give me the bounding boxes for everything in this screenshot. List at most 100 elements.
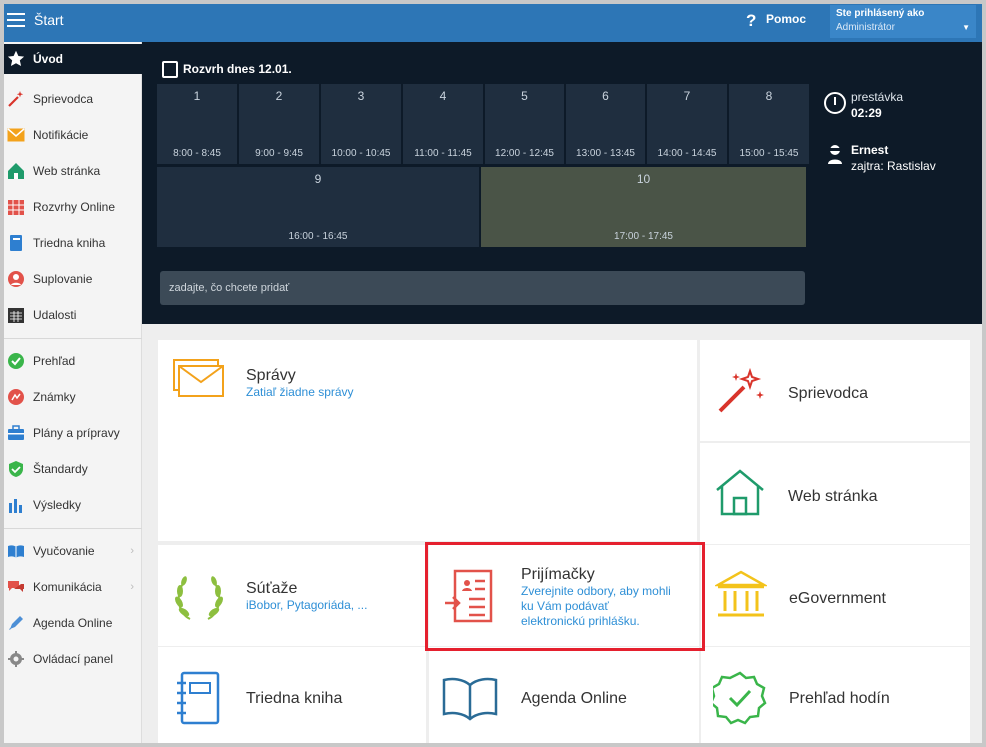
grade-icon xyxy=(7,388,25,406)
add-input[interactable]: zadajte, čo chcete pridať xyxy=(160,271,805,305)
slot-number: 10 xyxy=(636,172,651,186)
schedule-title: Rozvrh dnes 12.01. xyxy=(183,62,292,76)
slot-number: 2 xyxy=(275,89,283,103)
tile-title: Web stránka xyxy=(788,488,878,505)
sidebar-item-prehlad[interactable]: Prehľad xyxy=(4,346,142,376)
tile-triedna-kniha[interactable]: Triedna kniha xyxy=(158,647,426,743)
schedule-panel: Rozvrh dnes 12.01. 1 8:00 - 8:45 2 9:00 - … xyxy=(142,42,982,324)
clock-icon xyxy=(824,92,846,114)
notebook-icon xyxy=(177,671,220,725)
tile-subtitle[interactable]: iBobor, Pytagoriáda, ... xyxy=(246,598,367,613)
user-menu[interactable]: Ste prihlásený ako Administrátor ▼ xyxy=(830,5,976,38)
sidebar-item-komunikacia[interactable]: Komunikácia › xyxy=(4,572,142,602)
schedule-slot[interactable]: 1 8:00 - 8:45 xyxy=(157,84,237,164)
slot-time: 16:00 - 16:45 xyxy=(288,231,348,242)
app-window: Štart ? Pomoc Ste prihlásený ako Adminis… xyxy=(4,4,982,743)
tile-subtitle-line[interactable]: elektronickú prihlášku. xyxy=(521,614,640,629)
sidebar-item-label: Udalosti xyxy=(33,308,77,322)
duty-person-tomorrow: zajtra: Rastislav xyxy=(851,159,936,173)
schedule-slot[interactable]: 4 11:00 - 11:45 xyxy=(403,84,483,164)
sidebar-item-label: Notifikácie xyxy=(33,128,89,142)
sidebar-item-web[interactable]: Web stránka xyxy=(4,156,142,186)
tile-subtitle-line[interactable]: ku Vám podávať xyxy=(521,599,609,614)
sidebar-item-ovladaci-panel[interactable]: Ovládací panel xyxy=(4,644,142,674)
sidebar-item-vyucovanie[interactable]: Vyučovanie › xyxy=(4,536,142,566)
tile-sutaze[interactable]: Súťaže iBobor, Pytagoriáda, ... xyxy=(158,545,426,646)
laurel-wreath-icon xyxy=(175,576,223,620)
schedule-slot[interactable]: 7 14:00 - 14:45 xyxy=(647,84,727,164)
magic-wand-icon xyxy=(718,367,764,413)
break-label: prestávka xyxy=(851,90,904,104)
help-link[interactable]: Pomoc xyxy=(766,12,806,26)
schedule-slot[interactable]: 3 10:00 - 10:45 xyxy=(321,84,401,164)
house-icon xyxy=(716,469,764,516)
question-icon[interactable]: ? xyxy=(746,11,756,31)
check-circle-icon xyxy=(7,352,25,370)
briefcase-icon xyxy=(7,424,25,442)
schedule-slot[interactable]: 9 16:00 - 16:45 xyxy=(157,167,479,247)
sidebar-item-uvod[interactable]: Úvod xyxy=(4,44,142,74)
slot-number: 6 xyxy=(602,89,609,103)
tile-title: Agenda Online xyxy=(521,690,627,707)
book-icon xyxy=(7,234,25,252)
open-book-icon xyxy=(442,677,498,721)
slot-number: 9 xyxy=(314,172,322,186)
tile-title: Prijímačky xyxy=(521,566,595,583)
hamburger-menu-icon[interactable] xyxy=(7,13,25,27)
chevron-right-icon: › xyxy=(130,581,134,593)
tile-subtitle[interactable]: Zatiaľ žiadne správy xyxy=(246,385,354,400)
sidebar-item-triedna[interactable]: Triedna kniha xyxy=(4,228,142,258)
chat-icon xyxy=(7,578,25,596)
slot-time: 15:00 - 15:45 xyxy=(739,148,799,159)
check-badge-icon xyxy=(713,671,767,725)
person-icon xyxy=(7,270,25,288)
app-title: Štart xyxy=(34,12,64,28)
schedule-slot[interactable]: 5 12:00 - 12:45 xyxy=(485,84,564,164)
tile-subtitle-line[interactable]: Zverejnite odbory, aby mohli xyxy=(521,584,671,599)
sidebar-item-suplovanie[interactable]: Suplovanie xyxy=(4,264,142,294)
sidebar-item-label: Agenda Online xyxy=(33,616,113,630)
slot-time: 12:00 - 12:45 xyxy=(495,148,554,159)
tile-agenda-online[interactable]: Agenda Online xyxy=(429,647,699,743)
tile-egovernment[interactable]: eGovernment xyxy=(701,545,970,646)
tile-prijimacky[interactable]: Prijímačky Zverejnite odbory, aby mohli … xyxy=(429,545,699,646)
sidebar: Úvod Sprievodca Notifikácie Web stránka … xyxy=(4,42,142,743)
tile-web[interactable]: Web stránka xyxy=(700,443,970,544)
sidebar-item-label: Ovládací panel xyxy=(33,652,114,666)
schedule-slot[interactable]: 2 9:00 - 9:45 xyxy=(239,84,319,164)
sidebar-item-sprievodca[interactable]: Sprievodca xyxy=(4,84,142,114)
sidebar-item-znamky[interactable]: Známky xyxy=(4,382,142,412)
sidebar-item-notifikacie[interactable]: Notifikácie xyxy=(4,120,142,150)
envelope-icon xyxy=(173,359,224,397)
sidebar-item-agenda[interactable]: Agenda Online xyxy=(4,608,142,638)
top-bar: Štart ? Pomoc Ste prihlásený ako Adminis… xyxy=(4,4,982,42)
government-building-icon xyxy=(715,570,767,617)
tile-sprievodca[interactable]: Sprievodca xyxy=(700,340,970,441)
slot-time: 11:00 - 11:45 xyxy=(414,148,472,159)
slot-number: 5 xyxy=(521,89,528,103)
sidebar-item-rozvrhy[interactable]: Rozvrhy Online xyxy=(4,192,142,222)
slot-time: 17:00 - 17:45 xyxy=(614,231,673,242)
tile-title: Sprievodca xyxy=(788,385,869,402)
sidebar-item-label: Web stránka xyxy=(33,164,101,178)
tile-prehlad-hodin[interactable]: Prehľad hodín xyxy=(701,647,970,743)
tile-title: Prehľad hodín xyxy=(789,690,890,707)
sidebar-item-label: Štandardy xyxy=(33,462,88,476)
bar-chart-icon xyxy=(7,496,25,514)
sidebar-item-label: Suplovanie xyxy=(33,272,93,286)
break-countdown: 02:29 xyxy=(851,106,882,120)
sidebar-item-plany[interactable]: Plány a prípravy xyxy=(4,418,142,448)
schedule-slot-current[interactable]: 10 17:00 - 17:45 xyxy=(481,167,806,247)
sidebar-item-standardy[interactable]: Štandardy xyxy=(4,454,142,484)
sidebar-item-label: Úvod xyxy=(33,52,63,66)
sidebar-item-udalosti[interactable]: Udalosti xyxy=(4,300,142,330)
slot-time: 9:00 - 9:45 xyxy=(255,148,303,159)
person-icon xyxy=(827,144,843,164)
sidebar-item-vysledky[interactable]: Výsledky xyxy=(4,490,142,520)
schedule-slot[interactable]: 6 13:00 - 13:45 xyxy=(566,84,645,164)
sidebar-item-label: Známky xyxy=(33,390,76,404)
schedule-slot[interactable]: 8 15:00 - 15:45 xyxy=(729,84,809,164)
calendar-icon xyxy=(162,61,178,78)
house-icon xyxy=(7,162,25,180)
tile-spravy[interactable]: Správy Zatiaľ žiadne správy xyxy=(158,340,697,541)
